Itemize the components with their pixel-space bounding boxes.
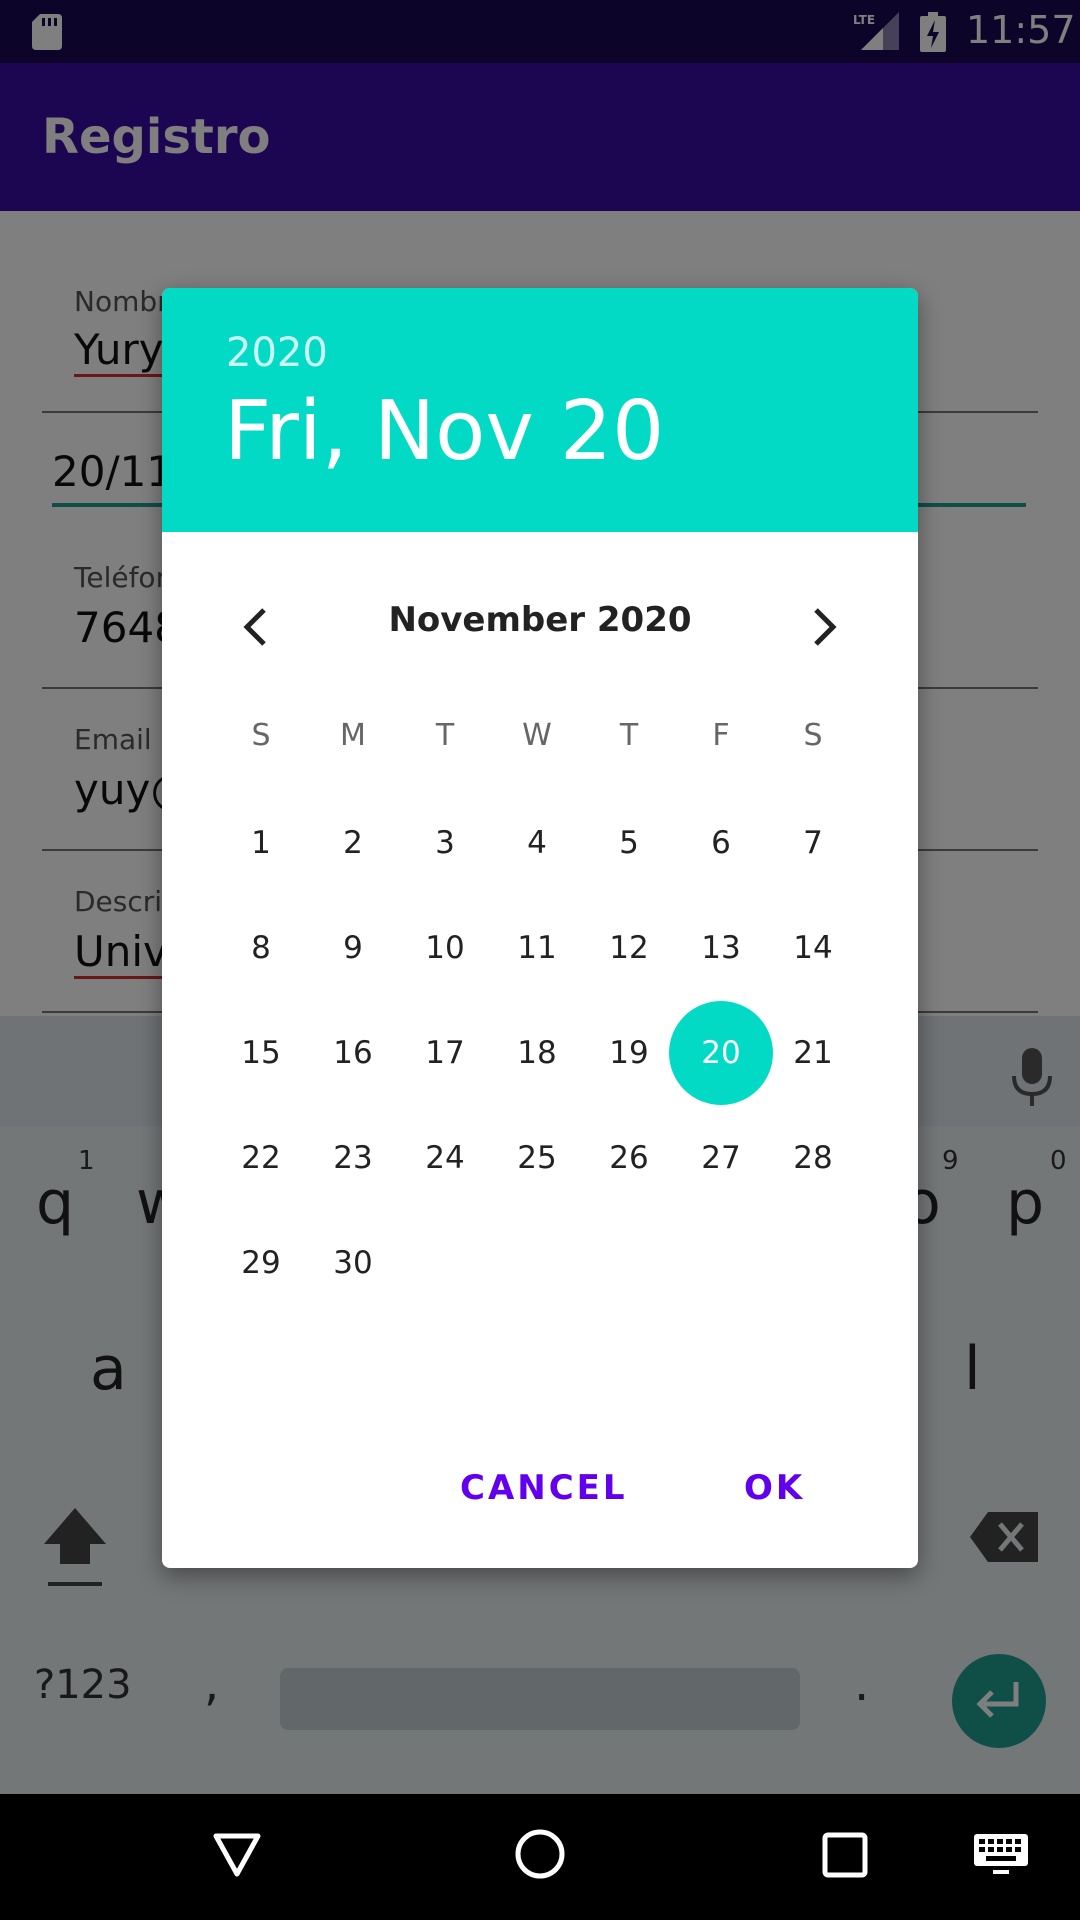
- chevron-right-icon[interactable]: [798, 602, 848, 652]
- weekday-wed: W: [522, 718, 552, 753]
- calendar-day-12[interactable]: 12: [577, 896, 681, 1000]
- calendar-day-17[interactable]: 17: [393, 1001, 497, 1105]
- calendar-day-1[interactable]: 1: [209, 791, 313, 895]
- calendar-day-2[interactable]: 2: [301, 791, 405, 895]
- calendar-day-4[interactable]: 4: [485, 791, 589, 895]
- calendar-day-8[interactable]: 8: [209, 896, 313, 1000]
- weekday-tue: T: [435, 718, 455, 753]
- calendar-day-13[interactable]: 13: [669, 896, 773, 1000]
- cancel-button[interactable]: CANCEL: [460, 1468, 628, 1508]
- weekday-fri: F: [712, 718, 730, 753]
- calendar-day-11[interactable]: 11: [485, 896, 589, 1000]
- home-icon[interactable]: [514, 1828, 566, 1880]
- calendar-day-30[interactable]: 30: [301, 1211, 405, 1315]
- calendar-day-29[interactable]: 29: [209, 1211, 313, 1315]
- calendar-day-9[interactable]: 9: [301, 896, 405, 1000]
- calendar-day-21[interactable]: 21: [761, 1001, 865, 1105]
- calendar-day-3[interactable]: 3: [393, 791, 497, 895]
- calendar-day-7[interactable]: 7: [761, 791, 865, 895]
- weekday-sun: S: [251, 718, 271, 753]
- ok-button[interactable]: OK: [744, 1468, 805, 1508]
- date-picker-header: 2020 Fri, Nov 20: [162, 288, 918, 532]
- calendar-day-6[interactable]: 6: [669, 791, 773, 895]
- calendar-day-20[interactable]: 20: [669, 1001, 773, 1105]
- calendar-day-19[interactable]: 19: [577, 1001, 681, 1105]
- header-selected-date[interactable]: Fri, Nov 20: [224, 384, 664, 479]
- calendar-day-26[interactable]: 26: [577, 1106, 681, 1210]
- keyboard-switch-icon[interactable]: [974, 1834, 1028, 1874]
- weekday-sat: S: [803, 718, 823, 753]
- navigation-bar: [0, 1794, 1080, 1920]
- date-picker-dialog: 2020 Fri, Nov 20 November 2020 S M T W T…: [162, 288, 918, 1568]
- calendar-day-23[interactable]: 23: [301, 1106, 405, 1210]
- calendar-day-22[interactable]: 22: [209, 1106, 313, 1210]
- header-year[interactable]: 2020: [226, 330, 328, 376]
- calendar-day-18[interactable]: 18: [485, 1001, 589, 1105]
- calendar-day-25[interactable]: 25: [485, 1106, 589, 1210]
- back-icon[interactable]: [212, 1830, 262, 1880]
- recent-apps-icon[interactable]: [822, 1832, 868, 1878]
- weekday-thu: T: [619, 718, 639, 753]
- calendar-day-15[interactable]: 15: [209, 1001, 313, 1105]
- calendar-day-24[interactable]: 24: [393, 1106, 497, 1210]
- calendar-day-10[interactable]: 10: [393, 896, 497, 1000]
- calendar-day-14[interactable]: 14: [761, 896, 865, 1000]
- weekday-mon: M: [340, 718, 366, 753]
- calendar-day-16[interactable]: 16: [301, 1001, 405, 1105]
- calendar-day-28[interactable]: 28: [761, 1106, 865, 1210]
- calendar-day-27[interactable]: 27: [669, 1106, 773, 1210]
- calendar-day-5[interactable]: 5: [577, 791, 681, 895]
